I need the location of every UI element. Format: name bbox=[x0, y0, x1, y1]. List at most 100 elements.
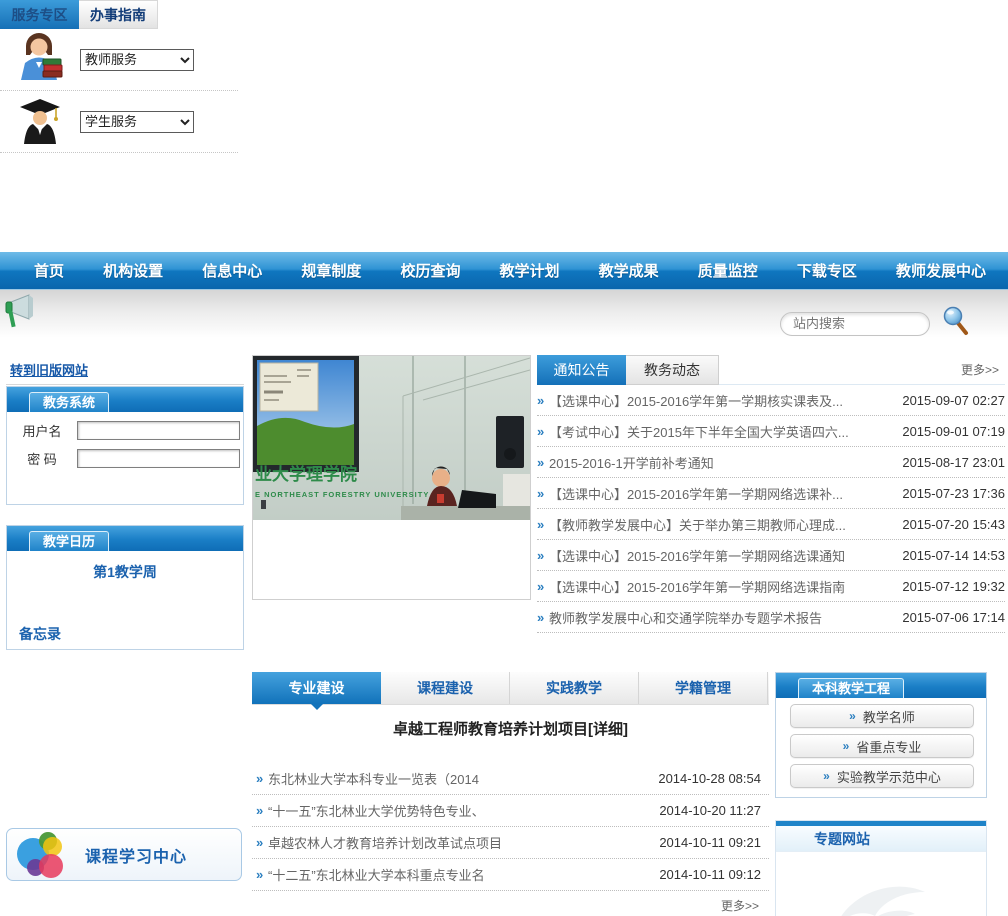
notice-title[interactable]: 【选课中心】2015-2016学年第一学期核实课表及... bbox=[549, 391, 894, 410]
nav-item[interactable]: 校历查询 bbox=[400, 260, 460, 281]
teaching-project-panel: 本科教学工程 » 教学名师 » 省重点专业 » 实验教学示范中心 bbox=[775, 672, 987, 798]
username-field[interactable] bbox=[77, 421, 240, 440]
sections-list: » 东北林业大学本科专业一览表（2014 2014-10-28 08:54 » … bbox=[252, 763, 769, 891]
notices-panel: 通知公告 教务动态 更多>> » 【选课中心】2015-2016学年第一学期核实… bbox=[537, 355, 1005, 633]
sections-tabbar: 专业建设 课程建设 实践教学 学籍管理 bbox=[252, 672, 769, 705]
password-field[interactable] bbox=[77, 449, 240, 468]
notice-date: 2015-07-23 17:36 bbox=[894, 486, 1005, 501]
teaching-project-title: 本科教学工程 bbox=[798, 678, 904, 698]
arrow-bullet-icon: » bbox=[537, 610, 549, 625]
calendar-panel: 教学日历 第1教学周 备忘录 bbox=[6, 525, 244, 650]
student-service-row: 学生服务 bbox=[0, 91, 238, 153]
section-row[interactable]: » 东北林业大学本科专业一览表（2014 2014-10-28 08:54 bbox=[252, 763, 769, 795]
search-icon[interactable] bbox=[942, 306, 970, 341]
notice-title[interactable]: 【选课中心】2015-2016学年第一学期网络选课指南 bbox=[549, 577, 894, 596]
password-label: 密 码 bbox=[7, 449, 77, 468]
notice-row[interactable]: » 【考试中心】关于2015年下半年全国大学英语四六... 2015-09-01… bbox=[537, 416, 1005, 447]
project-button-label: 实验教学示范中心 bbox=[837, 767, 941, 786]
notice-row[interactable]: » 【教师教学发展中心】关于举办第三期教师心理成... 2015-07-20 1… bbox=[537, 509, 1005, 540]
arrow-bullet-icon: » bbox=[537, 393, 549, 408]
notice-date: 2015-07-14 14:53 bbox=[894, 548, 1005, 563]
subheader-strip bbox=[0, 290, 1008, 346]
section-row[interactable]: » “十二五”东北林业大学本科重点专业名 2014-10-11 09:12 bbox=[252, 859, 769, 891]
nav-item[interactable]: 机构设置 bbox=[103, 260, 163, 281]
search-input[interactable] bbox=[780, 312, 930, 336]
nav-item[interactable]: 教师发展中心 bbox=[896, 260, 986, 281]
tab-service-guide[interactable]: 办事指南 bbox=[79, 0, 158, 29]
notice-row[interactable]: » 【选课中心】2015-2016学年第一学期网络选课通知 2015-07-14… bbox=[537, 540, 1005, 571]
notice-title[interactable]: 【选课中心】2015-2016学年第一学期网络选课补... bbox=[549, 484, 894, 503]
nav-item[interactable]: 教学计划 bbox=[500, 260, 560, 281]
section-row[interactable]: » 卓越农林人才教育培养计划改革试点项目 2014-10-11 09:21 bbox=[252, 827, 769, 859]
arrow-bullet-icon: » bbox=[256, 835, 268, 850]
notice-date: 2015-07-06 17:14 bbox=[894, 610, 1005, 625]
arrow-bullet-icon: » bbox=[256, 867, 268, 882]
nav-item[interactable]: 下载专区 bbox=[797, 260, 857, 281]
notices-list: » 【选课中心】2015-2016学年第一学期核实课表及... 2015-09-… bbox=[537, 385, 1005, 633]
arrow-bullet-icon: » bbox=[537, 548, 549, 563]
calendar-panel-header: 教学日历 bbox=[7, 526, 243, 551]
teacher-service-select[interactable]: 教师服务 bbox=[80, 49, 194, 71]
watermark-logo-icon bbox=[821, 870, 941, 916]
tab-course-construction[interactable]: 课程建设 bbox=[381, 672, 510, 704]
section-title[interactable]: “十一五”东北林业大学优势特色专业、 bbox=[268, 801, 651, 820]
tab-practice-teaching[interactable]: 实践教学 bbox=[510, 672, 639, 704]
notice-title[interactable]: 教师教学发展中心和交通学院举办专题学术报告 bbox=[549, 608, 894, 627]
old-site-link[interactable]: 转到旧版网站 bbox=[10, 363, 88, 378]
tab-major-construction[interactable]: 专业建设 bbox=[252, 672, 381, 704]
arrow-bullet-icon: » bbox=[537, 424, 549, 439]
student-icon bbox=[16, 92, 64, 151]
notice-title[interactable]: 【考试中心】关于2015年下半年全国大学英语四六... bbox=[549, 422, 894, 441]
notice-title[interactable]: 【选课中心】2015-2016学年第一学期网络选课通知 bbox=[549, 546, 894, 565]
notice-row[interactable]: » 【选课中心】2015-2016学年第一学期核实课表及... 2015-09-… bbox=[537, 385, 1005, 416]
top-navigation: 首页 机构设置 信息中心 规章制度 校历查询 教学计划 教学成果 质量监控 下载… bbox=[0, 252, 1008, 290]
arrow-bullet-icon: » bbox=[256, 771, 268, 786]
nav-item[interactable]: 质量监控 bbox=[698, 260, 758, 281]
tab-student-records[interactable]: 学籍管理 bbox=[639, 672, 768, 704]
featured-headline[interactable]: 卓越工程师教育培养计划项目[详细] bbox=[252, 718, 769, 739]
project-button[interactable]: » 实验教学示范中心 bbox=[790, 764, 974, 788]
current-week-label: 第1教学周 bbox=[7, 562, 243, 582]
memo-link[interactable]: 备忘录 bbox=[7, 624, 243, 644]
construction-sections-panel: 专业建设 课程建设 实践教学 学籍管理 卓越工程师教育培养计划项目[详细] » … bbox=[252, 672, 769, 914]
sections-more-link[interactable]: 更多>> bbox=[252, 891, 769, 914]
nav-item[interactable]: 规章制度 bbox=[301, 260, 361, 281]
notice-title[interactable]: 【教师教学发展中心】关于举办第三期教师心理成... bbox=[549, 515, 894, 534]
notice-title[interactable]: 2015-2016-1开学前补考通知 bbox=[549, 453, 894, 472]
arrow-bullet-icon: » bbox=[537, 579, 549, 594]
project-button-label: 教学名师 bbox=[863, 707, 915, 726]
special-sites-title: 专题网站 bbox=[814, 829, 870, 849]
section-title[interactable]: 东北林业大学本科专业一览表（2014 bbox=[268, 769, 650, 788]
notices-more-link[interactable]: 更多>> bbox=[961, 361, 1005, 378]
tab-academic-news[interactable]: 教务动态 bbox=[626, 355, 719, 385]
section-title[interactable]: “十二五”东北林业大学本科重点专业名 bbox=[268, 865, 651, 884]
notice-row[interactable]: » 【选课中心】2015-2016学年第一学期网络选课补... 2015-07-… bbox=[537, 478, 1005, 509]
section-date: 2014-10-11 09:21 bbox=[651, 835, 769, 850]
notice-row[interactable]: » 2015-2016-1开学前补考通知 2015-08-17 23:01 bbox=[537, 447, 1005, 478]
special-sites-header: 专题网站 bbox=[776, 826, 986, 852]
notice-date: 2015-07-12 19:32 bbox=[894, 579, 1005, 594]
section-date: 2014-10-28 08:54 bbox=[650, 771, 769, 786]
tab-notice-announcements[interactable]: 通知公告 bbox=[537, 355, 626, 385]
notice-row[interactable]: » 【选课中心】2015-2016学年第一学期网络选课指南 2015-07-12… bbox=[537, 571, 1005, 602]
notice-row[interactable]: » 教师教学发展中心和交通学院举办专题学术报告 2015-07-06 17:14 bbox=[537, 602, 1005, 633]
notices-tabbar: 通知公告 教务动态 更多>> bbox=[537, 355, 1005, 385]
arrow-bullet-icon: » bbox=[537, 486, 549, 501]
nav-item[interactable]: 首页 bbox=[34, 260, 64, 281]
service-tabs: 服务专区 办事指南 bbox=[0, 0, 238, 29]
project-button[interactable]: » 省重点专业 bbox=[790, 734, 974, 758]
nav-item[interactable]: 信息中心 bbox=[202, 260, 262, 281]
nav-item[interactable]: 教学成果 bbox=[599, 260, 659, 281]
notice-date: 2015-08-17 23:01 bbox=[894, 455, 1005, 470]
student-service-select[interactable]: 学生服务 bbox=[80, 111, 194, 133]
svg-text:E NORTHEAST FORESTRY UNIVER: E NORTHEAST FORESTRY UNIVERSITY bbox=[255, 490, 429, 499]
svg-text:业大学理学院: 业大学理学院 bbox=[255, 464, 357, 484]
project-button-label: 省重点专业 bbox=[856, 737, 921, 756]
section-row[interactable]: » “十一五”东北林业大学优势特色专业、 2014-10-20 11:27 bbox=[252, 795, 769, 827]
tab-service-zone[interactable]: 服务专区 bbox=[0, 0, 79, 29]
site-search bbox=[780, 306, 970, 341]
section-title[interactable]: 卓越农林人才教育培养计划改革试点项目 bbox=[268, 833, 651, 852]
course-learning-center-button[interactable]: 课程学习中心 bbox=[6, 828, 242, 881]
project-button[interactable]: » 教学名师 bbox=[790, 704, 974, 728]
notice-date: 2015-09-01 07:19 bbox=[894, 424, 1005, 439]
